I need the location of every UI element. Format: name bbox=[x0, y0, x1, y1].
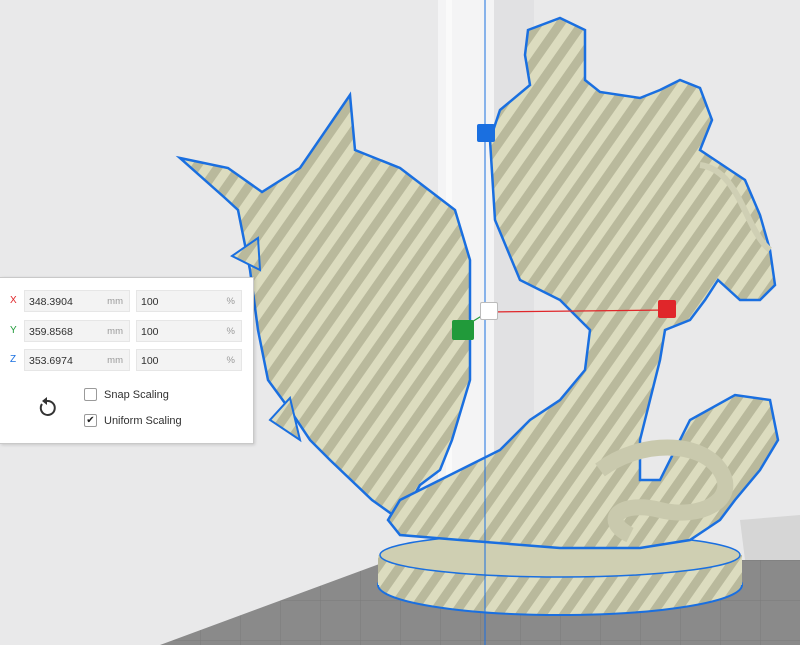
snap-scaling-checkbox[interactable] bbox=[84, 388, 97, 401]
percent-y-value: 100 bbox=[141, 326, 159, 338]
build-plate-edge bbox=[740, 515, 800, 560]
size-z-value: 353.6974 bbox=[29, 355, 73, 367]
size-y-unit: mm bbox=[107, 326, 123, 337]
reset-icon bbox=[39, 397, 56, 416]
size-x-input[interactable]: 348.3904 mm bbox=[24, 290, 130, 312]
size-z-input[interactable]: 353.6974 mm bbox=[24, 349, 130, 371]
scale-row-x: X 348.3904 mm 100 % bbox=[0, 290, 254, 312]
size-y-value: 359.8568 bbox=[29, 326, 73, 338]
percent-y-input[interactable]: 100 % bbox=[136, 320, 242, 342]
axis-label-y: Y bbox=[10, 325, 17, 336]
scale-row-z: Z 353.6974 mm 100 % bbox=[0, 349, 254, 371]
axis-label-x: X bbox=[10, 295, 17, 306]
reset-scale-button[interactable] bbox=[34, 395, 60, 421]
percent-y-unit: % bbox=[226, 326, 235, 337]
percent-z-unit: % bbox=[226, 355, 235, 366]
uniform-scaling-checkbox[interactable]: ✔ bbox=[84, 414, 97, 427]
size-x-value: 348.3904 bbox=[29, 296, 73, 308]
percent-z-value: 100 bbox=[141, 355, 159, 367]
scale-tool-panel: X 348.3904 mm 100 % Y 359.8568 mm 100 % … bbox=[0, 277, 254, 444]
scale-handle-y[interactable] bbox=[452, 320, 474, 340]
scale-handle-center[interactable] bbox=[480, 302, 498, 320]
percent-x-value: 100 bbox=[141, 296, 159, 308]
uniform-scaling-label: Uniform Scaling bbox=[104, 415, 182, 427]
scale-handle-z[interactable] bbox=[477, 124, 495, 142]
percent-z-input[interactable]: 100 % bbox=[136, 349, 242, 371]
size-y-input[interactable]: 359.8568 mm bbox=[24, 320, 130, 342]
size-z-unit: mm bbox=[107, 355, 123, 366]
size-x-unit: mm bbox=[107, 296, 123, 307]
scale-row-y: Y 359.8568 mm 100 % bbox=[0, 320, 254, 342]
scale-handle-x[interactable] bbox=[658, 300, 676, 318]
percent-x-input[interactable]: 100 % bbox=[136, 290, 242, 312]
axis-label-z: Z bbox=[10, 354, 17, 365]
percent-x-unit: % bbox=[226, 296, 235, 307]
snap-scaling-label: Snap Scaling bbox=[104, 389, 169, 401]
